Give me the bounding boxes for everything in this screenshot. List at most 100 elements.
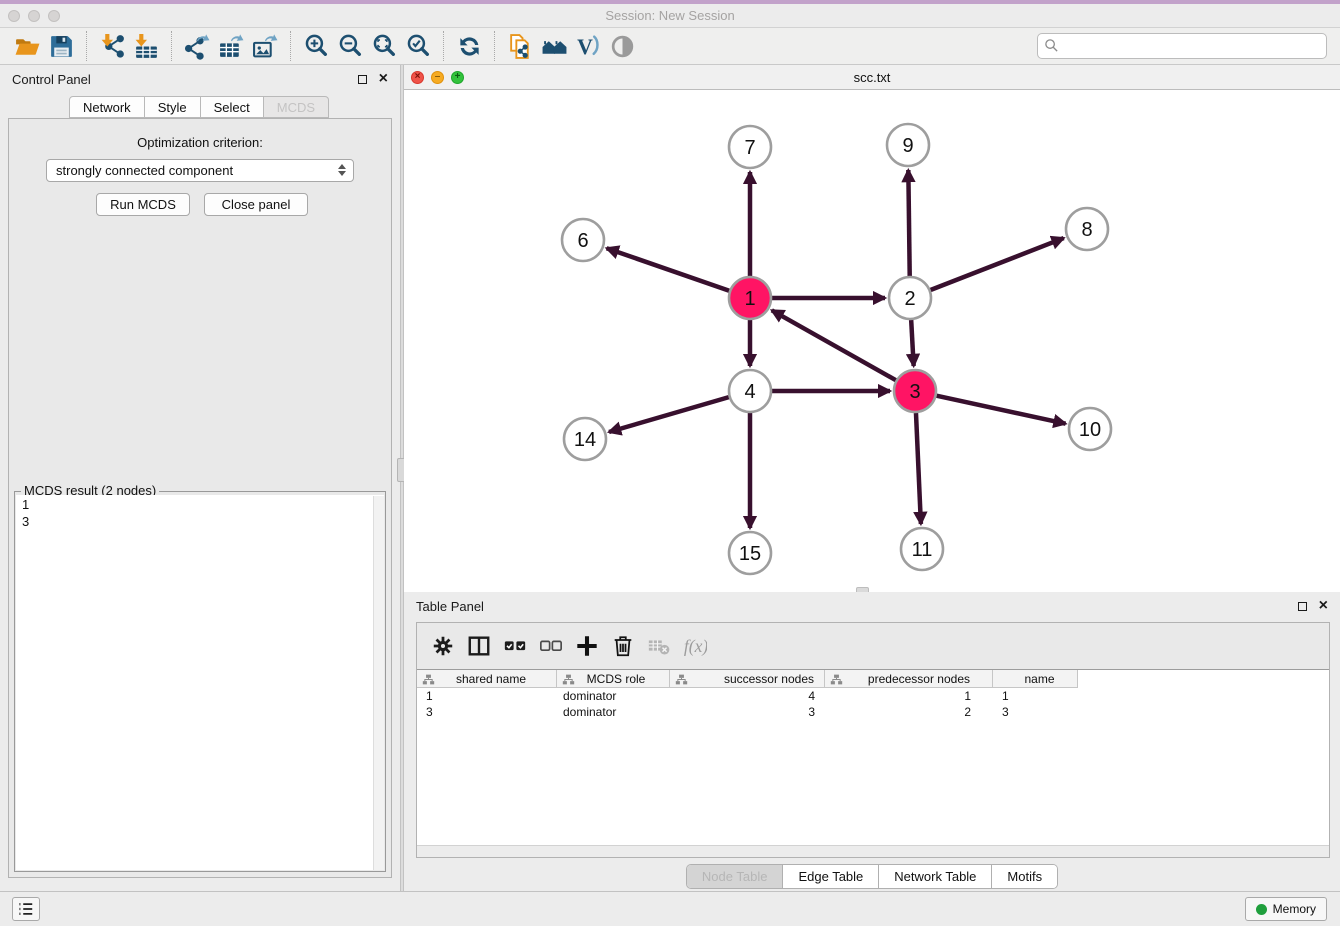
control-panel-tabs: Network Style Select MCDS xyxy=(69,96,329,118)
cell-mcds-role: dominator xyxy=(557,688,670,704)
run-mcds-button[interactable]: Run MCDS xyxy=(96,193,190,216)
tab-network[interactable]: Network xyxy=(69,96,145,118)
graph-edge-3-11[interactable] xyxy=(916,413,921,524)
table-toolbar: f(x) xyxy=(417,623,1329,669)
cell-mcds-role: dominator xyxy=(557,704,670,720)
import-table-icon[interactable] xyxy=(129,29,163,63)
tab-style[interactable]: Style xyxy=(145,96,201,118)
cell-name: 1 xyxy=(993,688,1078,704)
zoom-fit-icon[interactable] xyxy=(367,29,401,63)
float-table-panel-icon[interactable] xyxy=(1298,602,1307,611)
cell-predecessor-nodes: 2 xyxy=(825,704,993,720)
select-all-columns-icon[interactable] xyxy=(499,630,531,662)
main-toolbar: V xyxy=(0,28,1340,65)
tree-icon xyxy=(830,673,843,686)
delete-column-icon[interactable] xyxy=(607,630,639,662)
close-panel-icon[interactable]: × xyxy=(379,71,388,87)
open-session-icon[interactable] xyxy=(10,29,44,63)
result-scrollbar[interactable] xyxy=(373,496,384,870)
network-window-titlebar[interactable]: × – + scc.txt xyxy=(404,65,1340,90)
graph-node-label-1: 1 xyxy=(744,288,755,310)
tab-select[interactable]: Select xyxy=(201,96,264,118)
home-layout-icon[interactable] xyxy=(537,29,571,63)
zoom-in-icon[interactable] xyxy=(299,29,333,63)
table-row[interactable]: 3 dominator 3 2 3 xyxy=(417,704,1329,720)
function-builder-icon: f(x) xyxy=(679,630,711,662)
graph-node-label-4: 4 xyxy=(744,381,755,403)
graph-edge-2-3[interactable] xyxy=(911,320,913,366)
graph-edge-4-14[interactable] xyxy=(609,397,729,432)
zoom-selected-icon[interactable] xyxy=(401,29,435,63)
export-table-icon[interactable] xyxy=(214,29,248,63)
table-tabs: Node Table Edge Table Network Table Moti… xyxy=(404,864,1340,889)
save-session-icon[interactable] xyxy=(44,29,78,63)
tab-network-table[interactable]: Network Table xyxy=(878,865,991,888)
toolbar-separator xyxy=(494,31,495,61)
task-history-button[interactable] xyxy=(12,897,40,921)
tree-icon xyxy=(422,673,435,686)
table-horizontal-scrollbar[interactable] xyxy=(417,845,1329,857)
float-panel-icon[interactable] xyxy=(358,75,367,84)
node-table-container: f(x) shared name MCDS role successor nod… xyxy=(416,622,1330,858)
column-header-shared-name[interactable]: shared name xyxy=(417,670,557,688)
import-network-icon[interactable] xyxy=(95,29,129,63)
column-header-mcds-role[interactable]: MCDS role xyxy=(557,670,670,688)
table-panel-title: Table Panel xyxy=(416,599,484,614)
control-panel-title: Control Panel xyxy=(12,72,91,87)
graph-edge-2-9[interactable] xyxy=(908,170,909,276)
svg-text:V: V xyxy=(577,34,593,58)
tab-mcds[interactable]: MCDS xyxy=(264,96,329,118)
refresh-icon[interactable] xyxy=(452,29,486,63)
titlebar: Session: New Session xyxy=(0,4,1340,28)
cell-successor-nodes: 4 xyxy=(670,688,825,704)
toolbar-separator xyxy=(86,31,87,61)
graph-edge-3-10[interactable] xyxy=(936,396,1065,424)
apply-style-icon[interactable]: V xyxy=(571,29,605,63)
search-input[interactable] xyxy=(1037,33,1327,59)
delete-table-icon xyxy=(643,630,675,662)
graph-edge-1-6[interactable] xyxy=(607,248,730,291)
network-canvas[interactable]: 1234678910111415 xyxy=(404,90,1340,592)
graph-node-label-9: 9 xyxy=(902,135,913,157)
export-image-icon[interactable] xyxy=(248,29,282,63)
graph-node-label-3: 3 xyxy=(909,381,920,403)
network-files-icon[interactable] xyxy=(503,29,537,63)
memory-button[interactable]: Memory xyxy=(1245,897,1327,921)
memory-label: Memory xyxy=(1273,902,1316,916)
column-header-successor-nodes[interactable]: successor nodes xyxy=(670,670,825,688)
zoom-out-icon[interactable] xyxy=(333,29,367,63)
graph-node-label-14: 14 xyxy=(574,429,596,451)
optimization-criterion-value: strongly connected component xyxy=(56,163,233,178)
show-hide-icon[interactable] xyxy=(605,29,639,63)
add-column-icon[interactable] xyxy=(571,630,603,662)
close-table-panel-icon[interactable]: × xyxy=(1319,598,1328,614)
table-row[interactable]: 1 dominator 4 1 1 xyxy=(417,688,1329,704)
tab-edge-table[interactable]: Edge Table xyxy=(782,865,878,888)
export-network-icon[interactable] xyxy=(180,29,214,63)
table-columns-icon[interactable] xyxy=(463,630,495,662)
search-field xyxy=(1037,33,1327,59)
column-header-predecessor-nodes[interactable]: predecessor nodes xyxy=(825,670,993,688)
table-settings-icon[interactable] xyxy=(427,630,459,662)
graph-node-label-10: 10 xyxy=(1079,419,1101,441)
column-header-name[interactable]: name xyxy=(993,670,1078,688)
cell-successor-nodes: 3 xyxy=(670,704,825,720)
network-window: × – + scc.txt 1234678910111415 xyxy=(404,65,1340,592)
unselect-all-columns-icon[interactable] xyxy=(535,630,567,662)
memory-status-icon xyxy=(1256,904,1267,915)
close-panel-button[interactable]: Close panel xyxy=(204,193,308,216)
mcds-result-view[interactable]: 1 3 xyxy=(16,495,384,870)
tab-node-table[interactable]: Node Table xyxy=(687,865,783,888)
graph-node-label-11: 11 xyxy=(912,539,933,561)
tree-icon xyxy=(675,673,688,686)
search-icon xyxy=(1044,38,1059,53)
graph-edge-3-1[interactable] xyxy=(772,310,896,380)
cell-name: 3 xyxy=(993,704,1078,720)
tab-motifs[interactable]: Motifs xyxy=(991,865,1057,888)
graph-node-label-2: 2 xyxy=(904,288,915,310)
optimization-criterion-select[interactable]: strongly connected component xyxy=(46,159,354,182)
cell-predecessor-nodes: 1 xyxy=(825,688,993,704)
table-header-row: shared name MCDS role successor nodes pr… xyxy=(417,669,1329,688)
svg-text:f(x): f(x) xyxy=(684,636,707,656)
graph-edge-2-8[interactable] xyxy=(930,238,1063,290)
